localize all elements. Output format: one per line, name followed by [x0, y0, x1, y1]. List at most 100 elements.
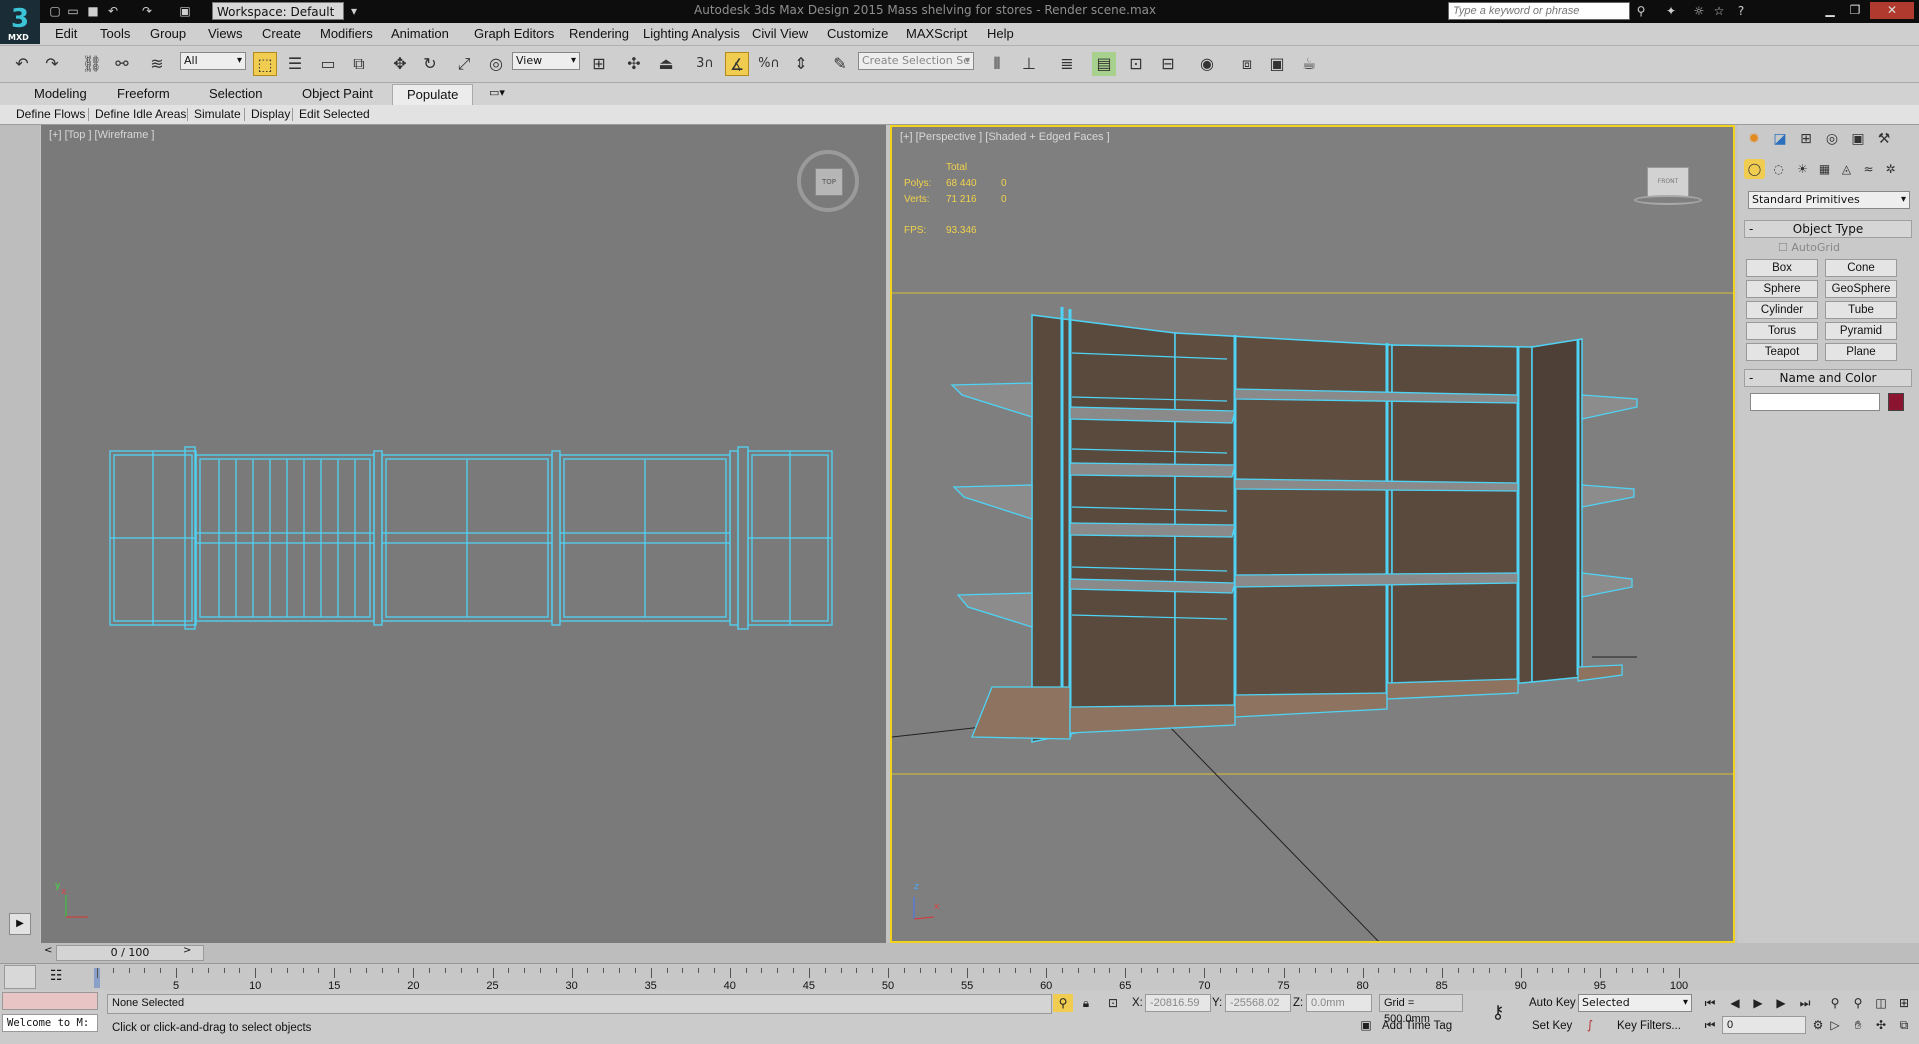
menu-views[interactable]: Views [208, 26, 242, 41]
app-logo[interactable]: 3 MXD [0, 0, 40, 44]
align-icon[interactable]: ⊥ [1017, 52, 1041, 76]
go-to-end-icon[interactable]: ⏭ [1795, 994, 1815, 1012]
helpers-icon[interactable]: ◬ [1836, 159, 1857, 179]
hierarchy-tab-icon[interactable]: ⊞ [1794, 128, 1818, 150]
object-name-field[interactable] [1750, 393, 1880, 411]
track-ruler[interactable]: 5 10 15 20 25 30 35 40 45 50 55 60 65 70 75 80 85 90 95 100 [94, 968, 1688, 992]
material-editor-icon[interactable]: ◉ [1195, 52, 1219, 76]
redo-icon[interactable]: ↷ [140, 4, 154, 18]
named-selection-dropdown[interactable]: Create Selection Se [858, 52, 974, 70]
angle-snap-icon[interactable]: ∡ [725, 52, 749, 76]
track-bar[interactable]: ☷ 5 10 15 20 25 30 35 40 45 50 55 60 65 70 75 80 85 90 95 1… [0, 963, 1919, 992]
add-time-tag-button[interactable]: Add Time Tag [1382, 1020, 1452, 1032]
play-viewport-icon[interactable]: ▶ [9, 913, 31, 935]
menu-create[interactable]: Create [262, 26, 301, 41]
manipulate-icon[interactable]: ✣ [622, 52, 646, 76]
time-slider-thumb[interactable]: 0 / 100 [56, 945, 204, 961]
time-slider[interactable]: < 0 / 100 > [0, 943, 1919, 963]
display-button[interactable]: Display [251, 107, 290, 121]
placement-icon[interactable]: ◎ [484, 52, 508, 76]
open-file-icon[interactable]: ▭ [66, 4, 80, 18]
create-tab-icon[interactable]: ✹ [1742, 128, 1766, 150]
selection-lock-icon[interactable]: 🔒︎ [1076, 994, 1096, 1012]
torus-button[interactable]: Torus [1746, 322, 1818, 340]
zoom-extents-icon[interactable]: ◫ [1871, 994, 1891, 1012]
menu-customize[interactable]: Customize [827, 26, 888, 41]
zoom-icon[interactable]: ⚲ [1825, 994, 1845, 1012]
geometry-icon[interactable]: ◯ [1744, 159, 1765, 179]
move-icon[interactable]: ✥ [388, 52, 412, 76]
systems-icon[interactable]: ✲ [1880, 159, 1901, 179]
next-frame-icon[interactable]: ▶︎ [1771, 994, 1791, 1012]
tab-freeform[interactable]: Freeform [117, 86, 170, 101]
menu-edit[interactable]: Edit [55, 26, 77, 41]
current-frame-field[interactable]: 0 [1722, 1016, 1806, 1034]
project-folder-icon[interactable]: ▣ [178, 4, 192, 18]
redo-icon[interactable]: ↷ [40, 52, 64, 76]
keyboard-shortcut-icon[interactable]: ⏏ [654, 52, 678, 76]
name-and-color-rollout[interactable]: - Name and Color [1744, 369, 1912, 387]
autogrid-checkbox[interactable]: ☐ AutoGrid [1778, 241, 1840, 254]
menu-animation[interactable]: Animation [391, 26, 449, 41]
workspace-dropdown[interactable]: Workspace: Default ▾ [212, 2, 344, 37]
simulate-button[interactable]: Simulate [194, 107, 241, 121]
maximize-viewport-icon[interactable]: ⧉ [1894, 1016, 1914, 1034]
scene-explorer-icon[interactable]: ▤ [1092, 52, 1116, 76]
cameras-icon[interactable]: ▦ [1814, 159, 1835, 179]
snaps-toggle-icon[interactable]: 3∩ [693, 52, 717, 76]
zoom-extents-all-icon[interactable]: ⊞ [1894, 994, 1914, 1012]
space-warps-icon[interactable]: ≈ [1858, 159, 1879, 179]
new-file-icon[interactable]: ▢ [48, 4, 62, 18]
pyramid-button[interactable]: Pyramid [1825, 322, 1897, 340]
key-mode-dropdown[interactable]: Selected [1578, 994, 1692, 1012]
render-setup-icon[interactable]: ⧈ [1235, 52, 1259, 76]
auto-key-button[interactable]: Auto Key [1529, 997, 1576, 1009]
percent-snap-icon[interactable]: %∩ [757, 52, 781, 76]
key-filters-button[interactable]: Key Filters... [1617, 1020, 1681, 1032]
select-object-icon[interactable]: ⬚ [253, 52, 277, 76]
absolute-relative-icon[interactable]: ⊡ [1103, 994, 1123, 1012]
x-coordinate-field[interactable]: -20816.59 [1145, 994, 1211, 1012]
menu-modifiers[interactable]: Modifiers [320, 26, 373, 41]
tab-object-paint[interactable]: Object Paint [302, 86, 373, 101]
schematic-view-icon[interactable]: ⊟ [1156, 52, 1180, 76]
menu-help[interactable]: Help [987, 26, 1014, 41]
rendered-frame-window-icon[interactable]: ▣ [1265, 52, 1289, 76]
menu-group[interactable]: Group [150, 26, 186, 41]
menu-graph-editors[interactable]: Graph Editors [474, 26, 554, 41]
quick-access-menu-icon[interactable]: ▾ [347, 4, 361, 18]
selection-filter-dropdown[interactable]: All [180, 52, 246, 70]
z-coordinate-field[interactable]: 0.0mm [1306, 994, 1372, 1012]
geosphere-button[interactable]: GeoSphere [1825, 280, 1897, 298]
spinner-snap-icon[interactable]: ⇕ [789, 52, 813, 76]
menu-lighting-analysis[interactable]: Lighting Analysis [643, 26, 740, 41]
previous-frame-icon[interactable]: ◀︎ [1725, 994, 1745, 1012]
window-crossing-icon[interactable]: ⧉ [347, 52, 371, 76]
reference-coordinate-dropdown[interactable]: View [512, 52, 580, 70]
cone-button[interactable]: Cone [1825, 259, 1897, 277]
define-idle-areas-button[interactable]: Define Idle Areas [95, 107, 186, 121]
tab-modeling[interactable]: Modeling [34, 86, 87, 101]
ribbon-options-icon[interactable]: ▭▾ [489, 86, 505, 99]
pan-icon[interactable]: ✋︎ [1848, 1016, 1868, 1034]
mini-curve-editor-icon[interactable] [4, 965, 36, 989]
tab-populate[interactable]: Populate [392, 84, 474, 105]
key-mode-toggle-icon[interactable]: ⏮ [1700, 1016, 1720, 1034]
key-curve-icon[interactable]: ∫ [1580, 1016, 1600, 1034]
rotate-icon[interactable]: ↻ [418, 52, 442, 76]
y-coordinate-field[interactable]: -25568.02 [1225, 994, 1291, 1012]
select-and-link-icon[interactable]: ⛓ [80, 52, 104, 76]
unlink-icon[interactable]: ⚯ [110, 52, 134, 76]
undo-icon[interactable]: ↶ [106, 4, 120, 18]
tube-button[interactable]: Tube [1825, 301, 1897, 319]
prev-frame-icon[interactable]: < [44, 945, 52, 956]
play-icon[interactable]: ▶ [1748, 994, 1768, 1012]
primitive-category-dropdown[interactable]: Standard Primitives [1748, 191, 1910, 209]
search-input[interactable]: Type a keyword or phrase [1448, 2, 1630, 20]
edit-named-selection-icon[interactable]: ✎ [828, 52, 852, 76]
set-key-icon[interactable]: ⚷ [1488, 1004, 1508, 1022]
object-color-swatch[interactable] [1888, 393, 1904, 411]
menu-rendering[interactable]: Rendering [569, 26, 629, 41]
save-file-icon[interactable]: ■ [86, 4, 100, 18]
scale-icon[interactable]: ⤢ [452, 52, 476, 76]
